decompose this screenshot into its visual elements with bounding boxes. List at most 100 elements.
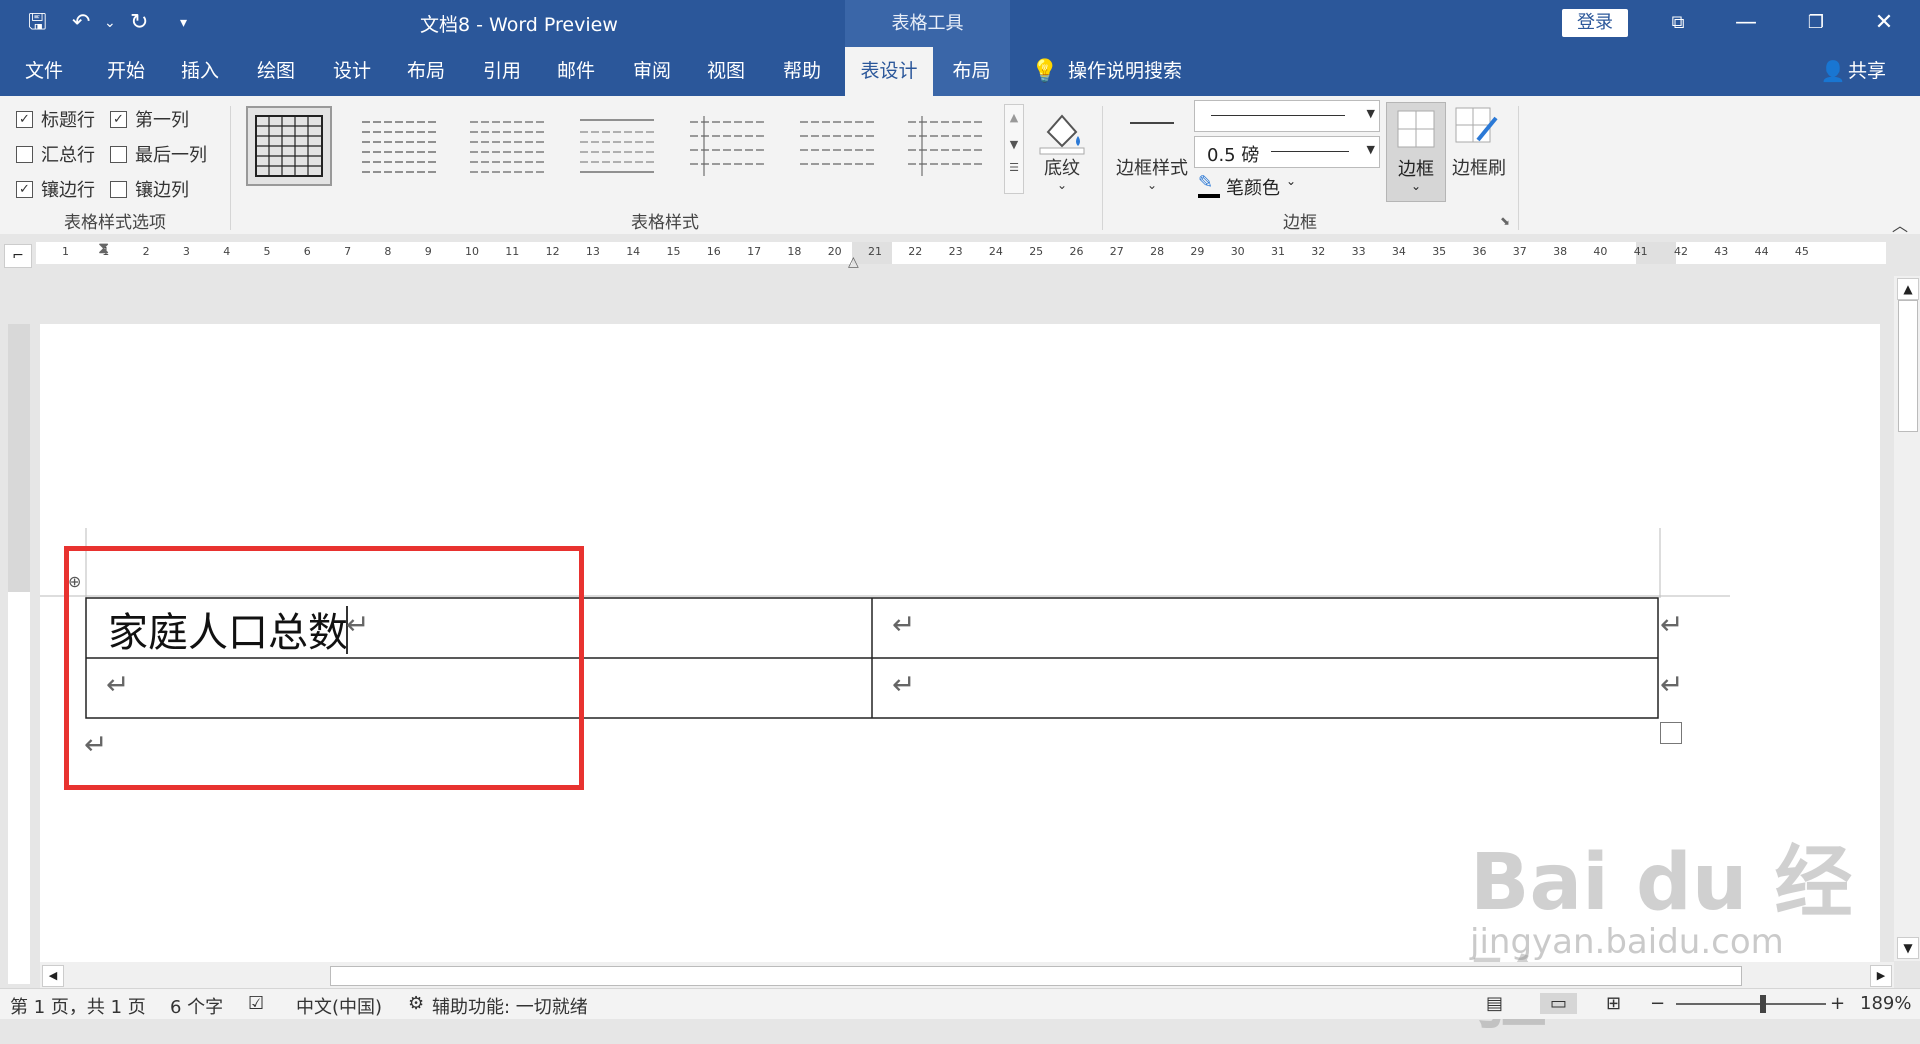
check-icon: ✓ bbox=[16, 180, 33, 198]
web-layout-icon[interactable]: ⊞ bbox=[1606, 993, 1621, 1014]
dialog-launcher-icon[interactable]: ⬊ bbox=[1500, 214, 1510, 228]
end-of-cell-mark: ↵ bbox=[892, 668, 916, 701]
checkbox-first-column[interactable]: ✓ 第一列 bbox=[110, 106, 189, 132]
table-plain-style-icon bbox=[362, 121, 436, 173]
restore-icon[interactable]: ❐ bbox=[1796, 8, 1836, 38]
proofing-icon[interactable]: ☑ bbox=[248, 993, 264, 1014]
zoom-level[interactable]: 189% bbox=[1860, 993, 1911, 1014]
zoom-out-icon[interactable]: − bbox=[1650, 993, 1665, 1014]
ruler-number: 21 bbox=[868, 245, 882, 258]
scroll-up-icon[interactable]: ▲ bbox=[1005, 111, 1023, 124]
check-icon: ✓ bbox=[110, 110, 127, 128]
person-icon: 👤 bbox=[1820, 59, 1846, 83]
undo-dropdown-icon[interactable]: ⌄ bbox=[104, 9, 116, 37]
share-button[interactable]: 共享 bbox=[1848, 47, 1898, 96]
ruler-number: 28 bbox=[1150, 245, 1165, 258]
zoom-slider[interactable] bbox=[1676, 1003, 1826, 1005]
horizontal-scroll-thumb[interactable] bbox=[330, 966, 1742, 986]
table-style-grid[interactable] bbox=[246, 106, 332, 186]
table-style-plain-4[interactable] bbox=[686, 106, 768, 182]
scroll-up-icon[interactable]: ▲ bbox=[1897, 278, 1919, 300]
chevron-down-icon[interactable]: ⌄ bbox=[1036, 178, 1088, 192]
ruler-number: 41 bbox=[1633, 245, 1648, 258]
ruler-number: 43 bbox=[1714, 245, 1729, 258]
tab-layout[interactable]: 布局 bbox=[386, 47, 466, 96]
border-style-icon[interactable] bbox=[1130, 122, 1174, 124]
table-style-plain-5[interactable] bbox=[796, 106, 878, 182]
ruler-number: 1 bbox=[62, 245, 69, 258]
group-label-style-options: 表格样式选项 bbox=[64, 213, 166, 233]
table-styles-scroller[interactable]: ▲ ▼ ☰ bbox=[1004, 104, 1024, 194]
redo-icon[interactable]: ↻ bbox=[130, 9, 148, 37]
horizontal-scrollbar[interactable]: ◀ ▶ bbox=[40, 962, 1894, 988]
first-line-indent-marker-icon[interactable]: ⧗ bbox=[98, 238, 109, 258]
pen-color-button[interactable]: ✎ 笔颜色 ⌄ bbox=[1196, 172, 1346, 200]
ribbon-display-options-icon[interactable]: ⧉ bbox=[1658, 8, 1698, 38]
tab-review[interactable]: 审阅 bbox=[612, 47, 692, 96]
vertical-scrollbar[interactable]: ▲ ▼ bbox=[1894, 276, 1920, 961]
ruler-number: 2 bbox=[142, 245, 150, 258]
save-icon[interactable]: 🖫 bbox=[28, 9, 47, 37]
shading-icon[interactable] bbox=[1036, 106, 1088, 156]
line-weight-dropdown[interactable]: 0.5 磅 ▼ bbox=[1194, 136, 1380, 168]
ruler-number: 33 bbox=[1351, 245, 1366, 258]
scroll-down-icon[interactable]: ▼ bbox=[1005, 138, 1023, 151]
scroll-down-icon[interactable]: ▼ bbox=[1897, 937, 1919, 959]
scroll-right-icon[interactable]: ▶ bbox=[1870, 965, 1892, 987]
print-layout-icon[interactable]: ▭ bbox=[1540, 993, 1578, 1014]
borders-button[interactable]: 边框 ⌄ bbox=[1386, 102, 1446, 202]
vertical-ruler[interactable] bbox=[8, 324, 30, 984]
table-style-plain-1[interactable] bbox=[358, 106, 440, 182]
ruler-number: 22 bbox=[908, 245, 923, 258]
border-painter-icon[interactable] bbox=[1454, 104, 1502, 152]
tab-mailings[interactable]: 邮件 bbox=[536, 47, 616, 96]
minimize-icon[interactable]: — bbox=[1726, 8, 1766, 38]
login-button[interactable]: 登录 bbox=[1562, 9, 1628, 37]
table-style-plain-2[interactable] bbox=[466, 106, 548, 182]
tab-table-design[interactable]: 表设计 bbox=[845, 47, 933, 96]
chevron-down-icon[interactable]: ⌄ bbox=[1112, 178, 1192, 192]
undo-icon[interactable]: ↶ bbox=[72, 9, 90, 37]
column-marker-icon[interactable]: △ bbox=[848, 254, 859, 270]
language-indicator[interactable]: 中文(中国) bbox=[296, 993, 382, 1019]
tab-draw[interactable]: 绘图 bbox=[236, 47, 316, 96]
ruler-number: 17 bbox=[747, 245, 762, 258]
collapse-ribbon-icon[interactable]: ︿ bbox=[1892, 212, 1908, 236]
scroll-left-icon[interactable]: ◀ bbox=[42, 965, 64, 987]
tab-help[interactable]: 帮助 bbox=[762, 47, 842, 96]
checkbox-total-row[interactable]: 汇总行 bbox=[16, 141, 95, 167]
tab-table-layout[interactable]: 布局 bbox=[933, 47, 1010, 96]
tab-references[interactable]: 引用 bbox=[462, 47, 542, 96]
group-label-table-styles: 表格样式 bbox=[631, 213, 699, 233]
tell-me-search[interactable]: 操作说明搜索 bbox=[1068, 47, 1198, 96]
gallery-more-icon[interactable]: ☰ bbox=[1005, 161, 1023, 174]
table-style-plain-3[interactable] bbox=[576, 106, 658, 182]
accessibility-status[interactable]: 辅助功能: 一切就绪 bbox=[432, 993, 588, 1019]
tab-selector-icon[interactable]: ⌐ bbox=[4, 244, 32, 268]
zoom-slider-thumb[interactable] bbox=[1760, 995, 1766, 1013]
tab-file[interactable]: 文件 bbox=[4, 47, 84, 96]
border-styles-button-label[interactable]: 边框样式 bbox=[1112, 154, 1192, 180]
checkbox-header-row[interactable]: ✓ 标题行 bbox=[16, 106, 95, 132]
line-style-dropdown[interactable]: ▼ bbox=[1194, 100, 1380, 132]
border-painter-button-label[interactable]: 边框刷 bbox=[1446, 154, 1512, 180]
read-mode-icon[interactable]: ▤ bbox=[1486, 993, 1503, 1014]
page-count[interactable]: 第 1 页，共 1 页 bbox=[10, 993, 146, 1019]
ruler-number: 7 bbox=[344, 245, 352, 258]
tab-view[interactable]: 视图 bbox=[686, 47, 766, 96]
shading-button-label[interactable]: 底纹 bbox=[1036, 154, 1088, 180]
table-plain-style-icon bbox=[690, 116, 764, 176]
table-resize-handle[interactable] bbox=[1660, 722, 1682, 744]
table-style-plain-6[interactable] bbox=[904, 106, 986, 182]
tab-design[interactable]: 设计 bbox=[312, 47, 392, 96]
close-icon[interactable]: ✕ bbox=[1864, 8, 1904, 38]
customize-quick-access-icon[interactable]: ▾ bbox=[180, 9, 187, 37]
vertical-scroll-thumb[interactable] bbox=[1898, 300, 1918, 432]
zoom-in-icon[interactable]: + bbox=[1830, 993, 1845, 1014]
tab-insert[interactable]: 插入 bbox=[160, 47, 240, 96]
tab-home[interactable]: 开始 bbox=[86, 47, 166, 96]
checkbox-banded-columns[interactable]: 镶边列 bbox=[110, 176, 189, 202]
checkbox-last-column[interactable]: 最后一列 bbox=[110, 141, 207, 167]
checkbox-banded-rows[interactable]: ✓ 镶边行 bbox=[16, 176, 95, 202]
word-count[interactable]: 6 个字 bbox=[170, 993, 223, 1019]
